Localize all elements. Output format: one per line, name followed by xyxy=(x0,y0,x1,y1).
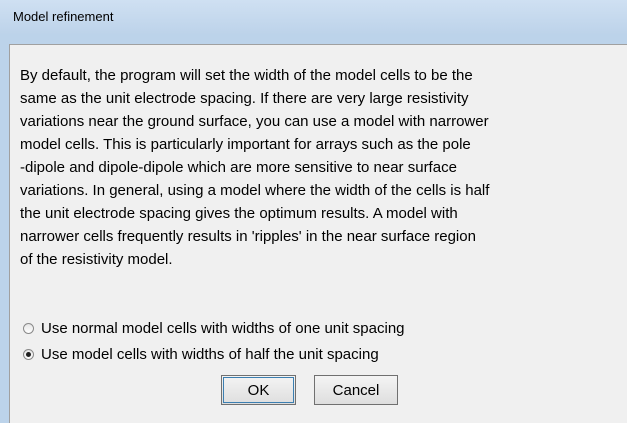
option-normal-cells-label: Use normal model cells with widths of on… xyxy=(41,319,405,337)
radio-button-normal-cells[interactable] xyxy=(23,322,34,334)
model-refinement-dialog: Model refinement By default, the program… xyxy=(0,0,627,423)
cancel-button[interactable]: Cancel xyxy=(314,375,398,405)
description-line: narrower cells frequently results in 'ri… xyxy=(20,228,476,245)
description-line: -dipole and dipole-dipole which are more… xyxy=(20,159,457,176)
option-half-cells-label: Use model cells with widths of half the … xyxy=(41,345,379,363)
window-title: Model refinement xyxy=(13,9,114,24)
description-line: variations. In general, using a model wh… xyxy=(20,182,490,199)
description-text: By default, the program will set the wid… xyxy=(20,64,620,271)
description-line: of the resistivity model. xyxy=(20,251,173,268)
description-line: the unit electrode spacing gives the opt… xyxy=(20,205,458,222)
radio-button-half-cells[interactable] xyxy=(23,348,34,360)
ok-button[interactable]: OK xyxy=(221,375,296,405)
description-line: variations near the ground surface, you … xyxy=(20,113,489,130)
description-line: model cells. This is particularly import… xyxy=(20,136,471,153)
description-line: By default, the program will set the wid… xyxy=(20,67,473,84)
description-line: same as the unit electrode spacing. If t… xyxy=(20,90,469,107)
title-bar[interactable]: Model refinement xyxy=(0,0,627,34)
option-half-cells[interactable]: Use model cells with widths of half the … xyxy=(23,344,379,364)
option-normal-cells[interactable]: Use normal model cells with widths of on… xyxy=(23,318,405,338)
